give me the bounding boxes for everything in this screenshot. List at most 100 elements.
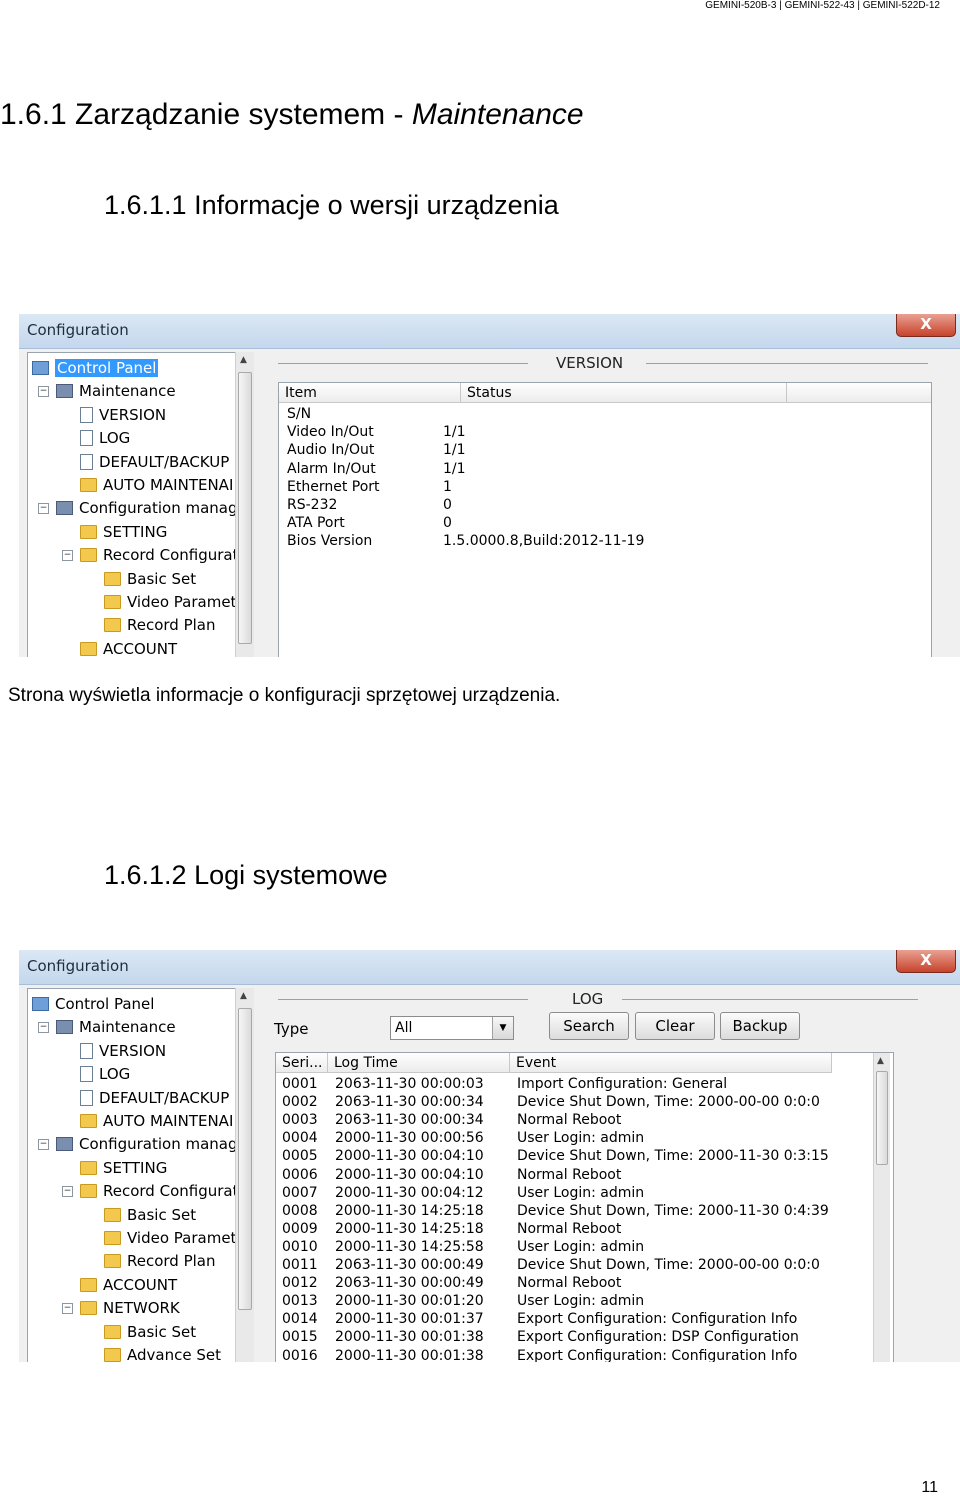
log-time: 2000-11-30 00:04:10 [335, 1166, 484, 1183]
folder-icon [104, 595, 121, 609]
tree-item[interactable]: NETWORK [80, 1297, 180, 1319]
scroll-up-icon[interactable]: ▲ [240, 991, 247, 1001]
log-serial: 0005 [282, 1148, 318, 1165]
collapse-icon[interactable]: − [62, 1303, 73, 1315]
dialog-titlebar: Configuration X [19, 950, 960, 985]
log-serial: 0002 [282, 1094, 318, 1111]
pc-icon [32, 997, 49, 1011]
log-serial: 0013 [282, 1293, 318, 1310]
close-button[interactable]: X [896, 950, 956, 973]
tree-item[interactable]: Configuration manage [56, 497, 247, 519]
type-select[interactable]: All ▼ [390, 1016, 514, 1040]
tree-item-label: Configuration manage [79, 1135, 247, 1154]
tree-item[interactable]: Record Plan [104, 614, 216, 636]
tree-item[interactable]: Basic Set [104, 568, 196, 590]
scroll-thumb[interactable] [238, 1008, 252, 1310]
backup-button[interactable]: Backup [720, 1012, 800, 1040]
scroll-thumb[interactable] [876, 1071, 888, 1165]
collapse-icon[interactable]: − [38, 1139, 49, 1151]
divider [622, 999, 918, 1000]
panel-title: LOG [572, 990, 604, 1008]
tree-item[interactable]: Basic Set [104, 1321, 196, 1343]
log-serial: 0014 [282, 1311, 318, 1328]
log-table: Seri... Log Time Event 0001 2063-11-30 00… [275, 1052, 894, 1362]
tree-item[interactable]: AUTO MAINTENAI [80, 474, 233, 496]
tree-item[interactable]: Configuration manage [56, 1133, 247, 1155]
tree-item[interactable]: Record Plan [104, 1250, 216, 1272]
tree-item[interactable]: LOG [80, 1063, 130, 1085]
version-item: RS-232 [287, 497, 338, 513]
collapse-icon[interactable]: − [62, 550, 73, 562]
column-header-event[interactable]: Event [510, 1053, 832, 1073]
tree-scrollbar[interactable]: ▲ [235, 988, 254, 1362]
tree-item[interactable]: Record Configurat [80, 544, 238, 566]
column-header-serial[interactable]: Seri... [276, 1053, 328, 1073]
tree-item-label: NETWORK [103, 1299, 180, 1318]
tree-item[interactable]: LOG [80, 427, 130, 449]
tree-item[interactable]: DEFAULT/BACKUP [80, 1087, 229, 1109]
tool-icon [56, 1020, 73, 1035]
divider [278, 999, 528, 1000]
log-serial: 0012 [282, 1275, 318, 1292]
folder-icon [80, 524, 97, 539]
column-header-status[interactable]: Status [461, 383, 787, 403]
tree-item[interactable]: Video Paramet [104, 591, 236, 613]
collapse-icon[interactable]: − [38, 503, 49, 515]
clear-button[interactable]: Clear [635, 1012, 715, 1040]
tree-item[interactable]: ACCOUNT [80, 1274, 177, 1296]
tree-item[interactable]: VERSION [80, 404, 166, 426]
tree-item[interactable]: Basic Set [104, 1204, 196, 1226]
tool-icon [56, 384, 73, 399]
tree-item[interactable]: SETTING [80, 1157, 167, 1179]
log-time: 2000-11-30 00:04:10 [335, 1148, 484, 1165]
collapse-icon[interactable]: − [38, 386, 49, 398]
version-status: 1.5.0000.8,Build:2012-11-19 [443, 533, 645, 550]
tree-item-label: LOG [99, 1065, 131, 1084]
log-time: 2000-11-30 00:01:37 [335, 1311, 484, 1328]
tree-scrollbar[interactable]: ▲ [235, 352, 254, 657]
tree-item[interactable]: Control Panel [32, 357, 159, 379]
tree-item[interactable]: AUTO MAINTENAI [80, 1110, 233, 1132]
tree-item[interactable]: Maintenance [56, 380, 176, 402]
scroll-up-icon[interactable]: ▲ [240, 355, 247, 365]
tree-item[interactable]: Control Panel [32, 993, 154, 1015]
doc-icon [80, 1066, 93, 1083]
log-serial: 0010 [282, 1238, 318, 1255]
tree-item[interactable]: Record Configurat [80, 1180, 238, 1202]
log-time: 2063-11-30 00:00:49 [335, 1275, 484, 1292]
column-header-empty [787, 383, 931, 403]
log-scrollbar[interactable]: ▲ [873, 1053, 890, 1362]
log-time: 2063-11-30 00:00:34 [335, 1094, 484, 1111]
close-button[interactable]: X [896, 314, 956, 337]
type-label: Type [274, 1020, 309, 1038]
log-time: 2000-11-30 14:25:18 [335, 1202, 484, 1219]
chevron-down-icon[interactable]: ▼ [492, 1017, 513, 1039]
log-serial: 0001 [282, 1076, 318, 1092]
collapse-icon[interactable]: − [38, 1022, 49, 1034]
tree-item[interactable]: SETTING [80, 521, 167, 543]
type-select-value: All [395, 1020, 413, 1036]
tree-item[interactable]: DEFAULT/BACKUP [80, 451, 229, 473]
log-event: Device Shut Down, Time: 2000-00-00 0:0:0 [517, 1257, 820, 1273]
tree-item[interactable]: VERSION [80, 1040, 166, 1062]
tree-item-label: Basic Set [127, 569, 197, 588]
search-button[interactable]: Search [549, 1012, 629, 1040]
folder-icon [104, 1207, 121, 1222]
scroll-thumb[interactable] [238, 372, 252, 644]
tree-item[interactable]: Maintenance [56, 1016, 176, 1038]
folder-icon [80, 1114, 97, 1128]
dialog-titlebar: Configuration X [19, 314, 960, 349]
log-event: Normal Reboot [517, 1220, 622, 1237]
collapse-icon[interactable]: − [62, 1186, 73, 1198]
version-status: 1 [443, 478, 452, 495]
column-header-item[interactable]: Item [279, 383, 461, 403]
log-serial: 0011 [282, 1257, 318, 1273]
log-event: User Login: admin [517, 1238, 645, 1255]
tree-item[interactable]: Video Paramet [104, 1227, 236, 1249]
scroll-up-icon[interactable]: ▲ [877, 1056, 884, 1066]
column-header-log-time[interactable]: Log Time [328, 1053, 510, 1073]
tree-item[interactable]: ACCOUNT [80, 638, 177, 657]
tree-item[interactable]: Advance Set [104, 1344, 221, 1362]
folder-icon [104, 618, 121, 633]
folder-icon [80, 478, 97, 492]
